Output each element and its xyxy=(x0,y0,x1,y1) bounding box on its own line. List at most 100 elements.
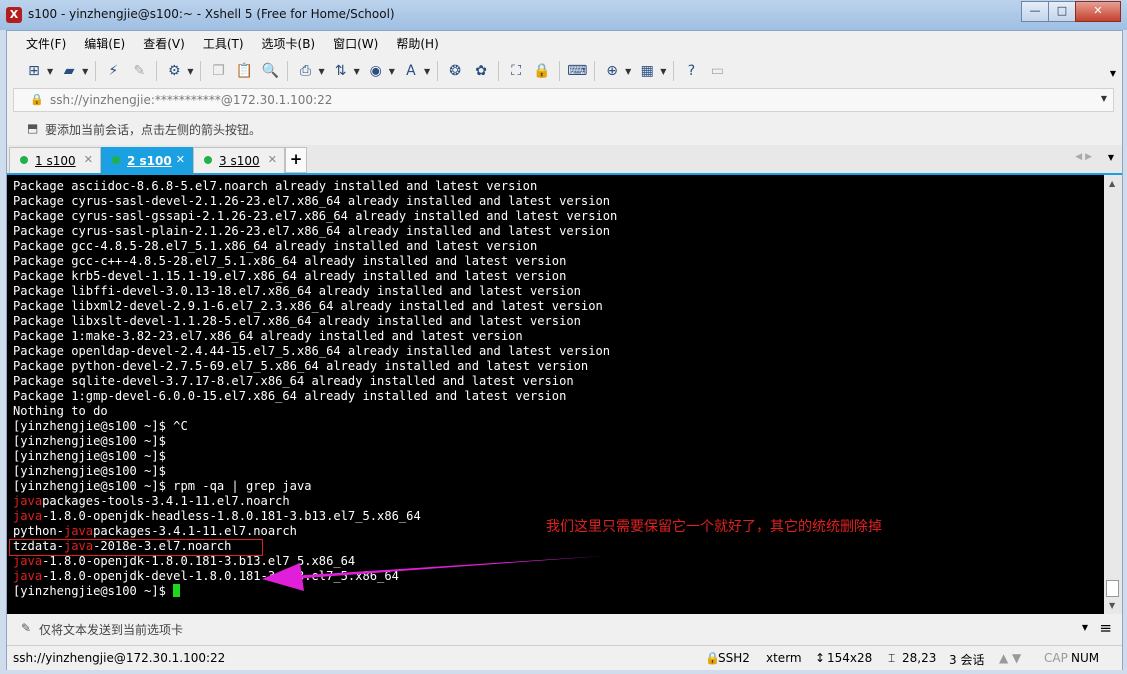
xmanager-icon[interactable]: ✿ xyxy=(471,61,491,81)
print-dropdown-icon[interactable]: ▼ xyxy=(318,67,324,76)
title-bar[interactable]: X s100 - yinzhengjie@s100:~ - Xshell 5 (… xyxy=(0,0,1127,30)
toolbar-separator xyxy=(287,61,289,81)
connected-status-icon xyxy=(204,156,212,164)
toolbar-separator xyxy=(200,61,202,81)
reconnect-icon[interactable]: ⚡ xyxy=(103,61,123,81)
close-icon: ✕ xyxy=(1093,4,1103,17)
menu-help[interactable]: 帮助(H) xyxy=(387,33,447,55)
properties-icon[interactable]: ⚙ xyxy=(164,61,184,81)
terminal-screen[interactable]: Package asciidoc-8.6.8-5.el7.noarch alre… xyxy=(7,175,1104,614)
toolbar-overflow-icon[interactable]: ▼ xyxy=(1110,69,1116,78)
status-num: NUM xyxy=(1071,651,1100,665)
status-cursor-pos: 28,23 xyxy=(902,651,937,665)
menu-file[interactable]: 文件(F) xyxy=(17,33,75,55)
add-tab-dropdown-icon[interactable]: ▼ xyxy=(625,67,631,76)
address-bar[interactable]: 🔒 ssh://yinzhengjie:***********@172.30.1… xyxy=(13,88,1114,112)
toolbar: ⊞ ▼ ▰ ▼ ⚡ ✎ ⚙ ▼ ❐ 📋 🔍 ⎙ ▼ ⇅ ▼ ◉ ▼ A ▼ ❂ ✿ ⛶ 🔒 ⌨… xyxy=(21,58,730,84)
copy-icon[interactable]: ❐ xyxy=(208,61,228,81)
cursor-pos-icon: ⌶ xyxy=(888,651,896,665)
menu-window[interactable]: 窗口(W) xyxy=(324,33,387,55)
menu-tools[interactable]: 工具(T) xyxy=(194,33,253,55)
minimize-button[interactable]: — xyxy=(1021,1,1049,22)
compose-input[interactable]: 仅将文本发送到当前选项卡 xyxy=(39,621,183,638)
status-term: xterm xyxy=(766,651,802,665)
toolbar-separator xyxy=(437,61,439,81)
layout-dropdown-icon[interactable]: ▼ xyxy=(660,67,666,76)
window-controls: — □ ✕ xyxy=(1021,1,1121,22)
tab-1[interactable]: 1 s100 ✕ xyxy=(9,147,101,173)
toolbar-separator xyxy=(559,61,561,81)
arrow-bookmark-icon[interactable]: ⬒ xyxy=(27,121,38,135)
scroll-up-icon[interactable]: ▲ xyxy=(1109,179,1115,188)
annotation-arrow xyxy=(262,556,603,591)
address-dropdown-icon[interactable]: ▼ xyxy=(1101,94,1107,103)
address-text: ssh://yinzhengjie:***********@172.30.1.1… xyxy=(50,93,333,107)
tab-2[interactable]: 2 s100 ✕ xyxy=(101,147,193,173)
font-dropdown-icon[interactable]: ▼ xyxy=(424,67,430,76)
tab-close-icon[interactable]: ✕ xyxy=(176,153,185,166)
find-icon[interactable]: 🔍 xyxy=(260,61,280,81)
connected-status-icon xyxy=(20,156,28,164)
resize-icon: ↕ xyxy=(815,651,826,665)
chat-icon[interactable]: ▭ xyxy=(707,61,727,81)
tab-close-icon[interactable]: ✕ xyxy=(84,153,93,166)
menu-view[interactable]: 查看(V) xyxy=(134,33,194,55)
session-hint-bar: ⬒ 要添加当前会话，点击左侧的箭头按钮。 xyxy=(13,116,1112,140)
layout-icon[interactable]: ▦ xyxy=(637,61,657,81)
toolbar-separator xyxy=(594,61,596,81)
status-bar: ssh://yinzhengjie@172.30.1.100:22 🔒 SSH2… xyxy=(7,645,1122,670)
toolbar-separator xyxy=(156,61,158,81)
properties-dropdown-icon[interactable]: ▼ xyxy=(187,67,193,76)
compose-bar[interactable]: ✎ 仅将文本发送到当前选项卡 ▼ ≡ xyxy=(7,616,1122,640)
compose-dropdown-icon[interactable]: ▼ xyxy=(1082,623,1088,632)
transfer-dropdown-icon[interactable]: ▼ xyxy=(354,67,360,76)
globe-icon[interactable]: ◉ xyxy=(366,61,386,81)
disconnect-icon[interactable]: ✎ xyxy=(129,61,149,81)
new-session-dropdown-icon[interactable]: ▼ xyxy=(47,67,53,76)
plus-icon: + xyxy=(289,150,303,168)
menu-tabs[interactable]: 选项卡(B) xyxy=(253,33,325,55)
annotation-text: 我们这里只需要保留它一个就好了，其它的统统删除掉 xyxy=(546,519,882,535)
new-session-icon[interactable]: ⊞ xyxy=(24,61,44,81)
xftp-icon[interactable]: ❂ xyxy=(445,61,465,81)
status-connection: ssh://yinzhengjie@172.30.1.100:22 xyxy=(13,651,226,665)
keyboard-icon[interactable]: ⌨ xyxy=(567,61,587,81)
toolbar-separator xyxy=(673,61,675,81)
tab-close-icon[interactable]: ✕ xyxy=(268,153,277,166)
tab-label: 1 s100 xyxy=(35,154,76,168)
compose-pencil-icon: ✎ xyxy=(21,621,32,635)
tab-list-dropdown-icon[interactable]: ▼ xyxy=(1108,153,1114,162)
scrollbar-thumb[interactable] xyxy=(1106,580,1119,597)
font-icon[interactable]: A xyxy=(401,61,421,81)
add-tab-icon[interactable]: ⊕ xyxy=(602,61,622,81)
close-button[interactable]: ✕ xyxy=(1075,1,1121,22)
menu-edit[interactable]: 编辑(E) xyxy=(75,33,134,55)
maximize-icon: □ xyxy=(1056,4,1068,17)
tab-label: 2 s100 xyxy=(127,154,172,168)
tab-scroll-arrows-icon[interactable]: ◀ ▶ xyxy=(1075,152,1092,162)
globe-dropdown-icon[interactable]: ▼ xyxy=(389,67,395,76)
arrow-head xyxy=(262,563,304,591)
status-sessions: 3 会话 xyxy=(949,653,985,667)
session-nav-icon[interactable]: ▲ ▼ xyxy=(999,651,1021,665)
status-size: 154x28 xyxy=(827,651,873,665)
open-folder-icon[interactable]: ▰ xyxy=(59,61,79,81)
paste-icon[interactable]: 📋 xyxy=(234,61,254,81)
transfer-icon[interactable]: ⇅ xyxy=(331,61,351,81)
add-tab-button[interactable]: + xyxy=(285,147,307,173)
lock-icon: 🔒 xyxy=(30,93,44,106)
help-icon[interactable]: ? xyxy=(681,61,701,81)
open-dropdown-icon[interactable]: ▼ xyxy=(82,67,88,76)
tab-3[interactable]: 3 s100 ✕ xyxy=(193,147,285,173)
window-title: s100 - yinzhengjie@s100:~ - Xshell 5 (Fr… xyxy=(28,7,395,21)
scroll-down-icon[interactable]: ▼ xyxy=(1109,601,1115,610)
terminal-scrollbar[interactable]: ▲ ▼ xyxy=(1104,175,1122,614)
maximize-button[interactable]: □ xyxy=(1048,1,1076,22)
fullscreen-icon[interactable]: ⛶ xyxy=(506,61,526,81)
print-icon[interactable]: ⎙ xyxy=(295,61,315,81)
arrow-shaft xyxy=(291,556,603,579)
hamburger-menu-icon[interactable]: ≡ xyxy=(1099,619,1112,637)
main-window: 文件(F) 编辑(E) 查看(V) 工具(T) 选项卡(B) 窗口(W) 帮助(… xyxy=(6,30,1123,670)
status-cap: CAP xyxy=(1044,651,1068,665)
lock-screen-icon[interactable]: 🔒 xyxy=(532,61,552,81)
